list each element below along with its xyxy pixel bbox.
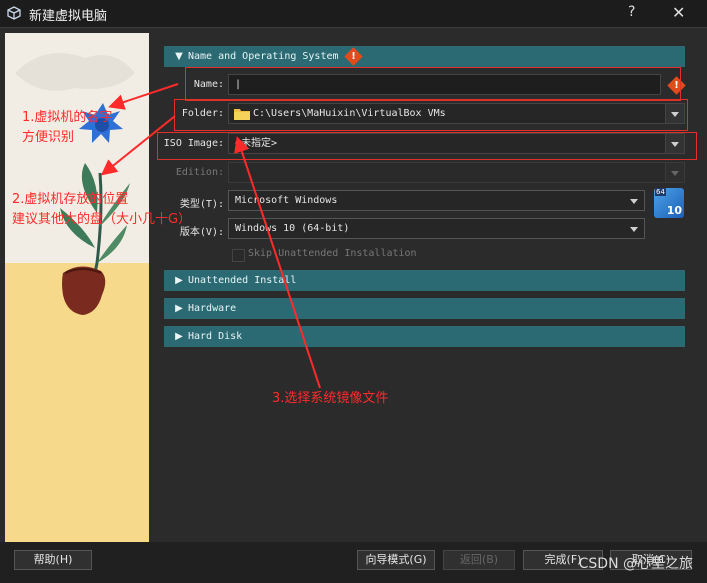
csdn-watermark: CSDN @心里之旅 (578, 556, 693, 572)
guided-mode-button[interactable]: 向导模式(G) (357, 550, 435, 570)
help-button[interactable]: 帮助(H) (14, 550, 92, 570)
arrow-to-folder (100, 115, 176, 176)
back-button: 返回(B) (443, 550, 515, 570)
arrow-to-iso (234, 136, 321, 389)
annotation-note-1-line2: 方便识别 (22, 130, 75, 145)
annotation-note-2-line2: 建议其他大的盘（大小几十G） (12, 212, 192, 227)
virtualbox-icon (7, 6, 21, 20)
annotation-note-3: 3.选择系统镜像文件 (272, 391, 389, 406)
close-button[interactable]: ✕ (672, 3, 685, 22)
window-title: 新建虚拟电脑 (29, 9, 108, 24)
arrow-to-name (108, 83, 179, 110)
title-bar: 新建虚拟电脑 ? ✕ (0, 0, 707, 27)
annotation-note-2-line1: 2.虚拟机存放的位置 (12, 192, 129, 207)
dialog-content: ▼ Name and Operating System ! Name: | ! … (0, 27, 707, 543)
help-title-button[interactable]: ? (628, 4, 635, 20)
annotation-note-1-line1: 1.虚拟机的名字 (22, 110, 113, 125)
annotation-note-2: 2.虚拟机存放的位置 建议其他大的盘（大小几十G） (12, 190, 191, 230)
annotation-arrows (100, 83, 321, 389)
annotation-note-1: 1.虚拟机的名字 方便识别 (22, 108, 112, 148)
